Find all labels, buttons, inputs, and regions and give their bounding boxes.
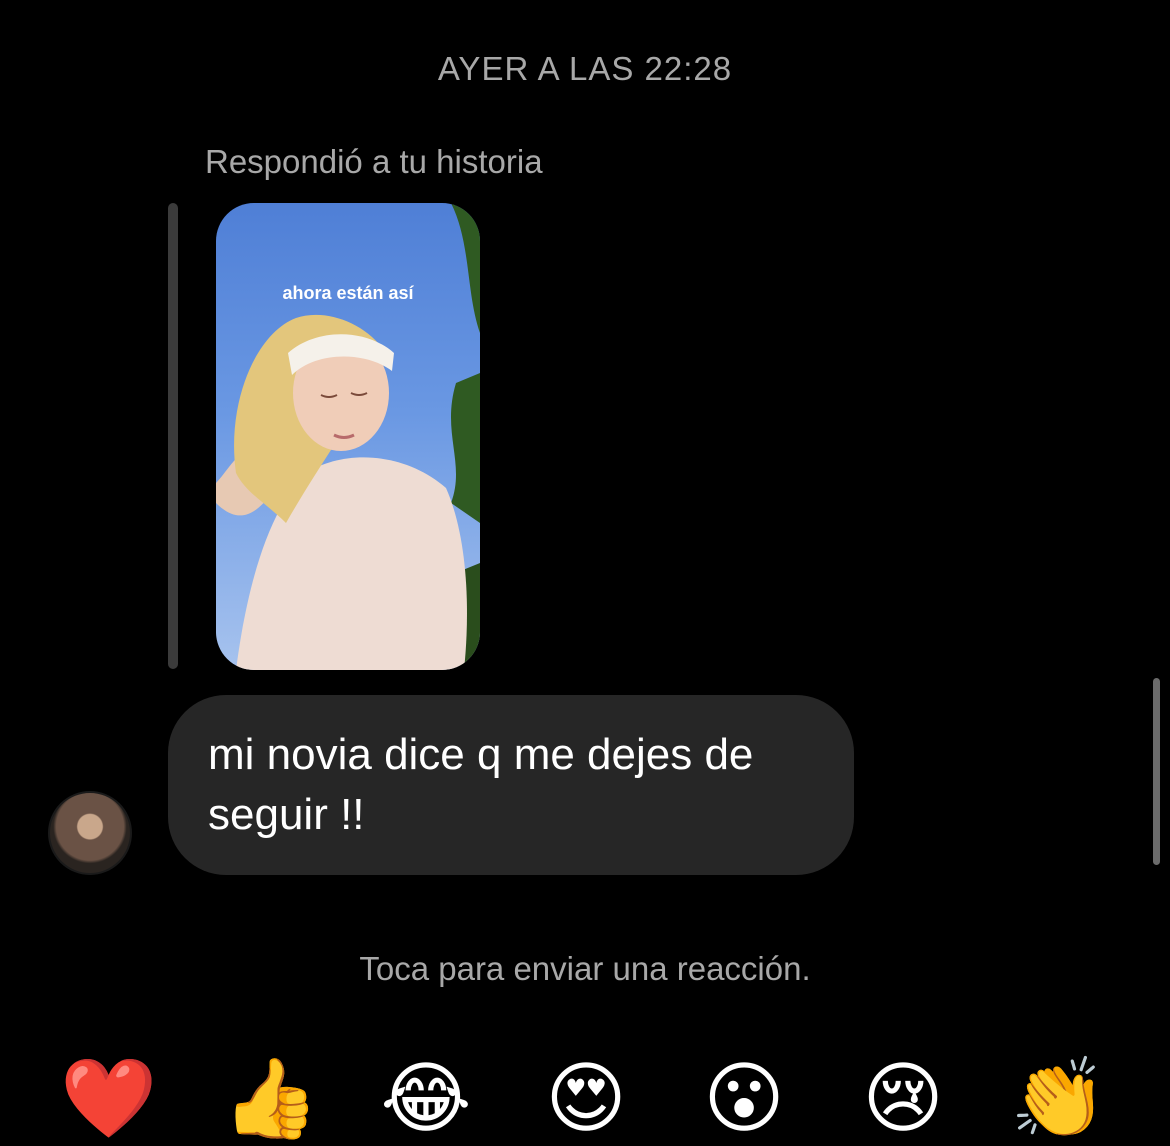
timestamp: AYER A LAS 22:28: [437, 50, 733, 87]
heart-emoji[interactable]: ❤️: [60, 1050, 157, 1146]
avatar[interactable]: [48, 791, 132, 875]
reply-label: Respondió a tu historia: [205, 143, 543, 180]
reply-indicator-bar: [168, 203, 178, 669]
reaction-hint: Toca para enviar una reacción.: [359, 950, 811, 987]
scrollbar[interactable]: [1153, 678, 1160, 865]
crying-emoji[interactable]: 😢: [855, 1050, 951, 1146]
surprised-emoji[interactable]: 😮: [696, 1050, 792, 1146]
thumbs-up-emoji[interactable]: 👍: [222, 1050, 319, 1146]
tears-of-joy-emoji[interactable]: 😂: [378, 1050, 474, 1146]
message-bubble[interactable]: mi novia dice q me dejes de seguir !!: [168, 695, 854, 875]
clapping-emoji[interactable]: 👏: [1010, 1050, 1107, 1146]
story-thumbnail[interactable]: ahora están así: [216, 203, 480, 670]
message-text: mi novia dice q me dejes de seguir !!: [208, 730, 754, 839]
story-photo: [216, 203, 480, 670]
story-caption: ahora están así: [282, 283, 414, 303]
reaction-bar: ❤️ 👍 😂 😍 😮 😢 👏: [0, 1050, 1170, 1142]
heart-eyes-emoji[interactable]: 😍: [538, 1050, 634, 1146]
